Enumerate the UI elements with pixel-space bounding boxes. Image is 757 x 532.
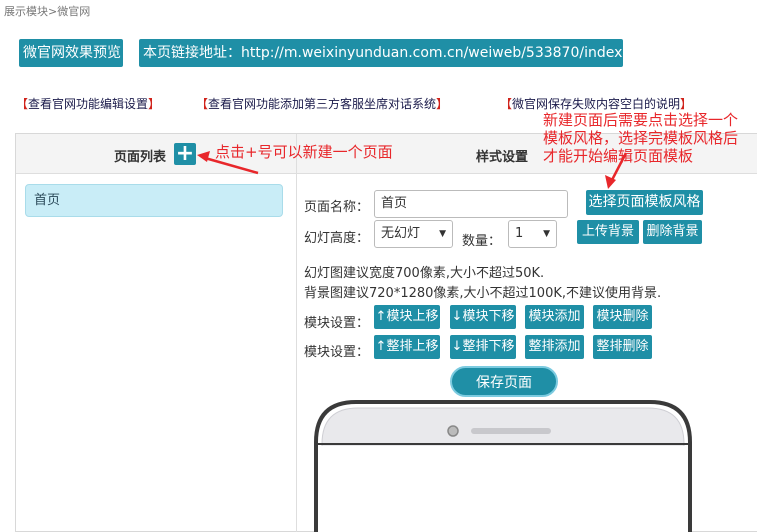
phone-preview: [314, 400, 692, 532]
speaker-icon: [471, 428, 551, 434]
module-move-down-button[interactable]: ↓模块下移: [450, 305, 516, 329]
select-template-button[interactable]: 选择页面模板风格: [586, 190, 703, 215]
camera-icon: [447, 425, 459, 437]
slider-size-note: 幻灯图建议宽度700像素,大小不超过50K.: [304, 266, 545, 281]
chevron-down-icon: ▼: [543, 229, 550, 239]
delete-background-button[interactable]: 删除背景: [643, 220, 702, 244]
count-select[interactable]: 1 ▼: [508, 220, 557, 248]
module-delete-button[interactable]: 模块删除: [593, 305, 652, 329]
upload-background-button[interactable]: 上传背景: [577, 220, 639, 244]
page-name-label: 页面名称：: [304, 200, 370, 215]
slider-height-select[interactable]: 无幻灯 ▼: [374, 220, 453, 248]
count-label: 数量：: [462, 234, 502, 249]
page-name-input[interactable]: 首页: [374, 190, 568, 218]
background-size-note: 背景图建议720*1280像素,大小不超过100K,不建议使用背景.: [304, 286, 662, 301]
chevron-down-icon: ▼: [439, 229, 446, 239]
page-list-item-home[interactable]: 首页: [25, 184, 283, 217]
save-page-button[interactable]: 保存页面: [450, 366, 558, 397]
row-delete-button[interactable]: 整排删除: [593, 335, 652, 359]
row-move-up-button[interactable]: ↑整排上移: [374, 335, 440, 359]
slider-height-label: 幻灯高度：: [304, 231, 370, 246]
row-add-button[interactable]: 整排添加: [525, 335, 584, 359]
module-add-button[interactable]: 模块添加: [525, 305, 584, 329]
module-settings-label: 模块设置：: [304, 316, 370, 331]
row-settings-label: 模块设置：: [304, 345, 370, 360]
module-move-up-button[interactable]: ↑模块上移: [374, 305, 440, 329]
row-move-down-button[interactable]: ↓整排下移: [450, 335, 516, 359]
